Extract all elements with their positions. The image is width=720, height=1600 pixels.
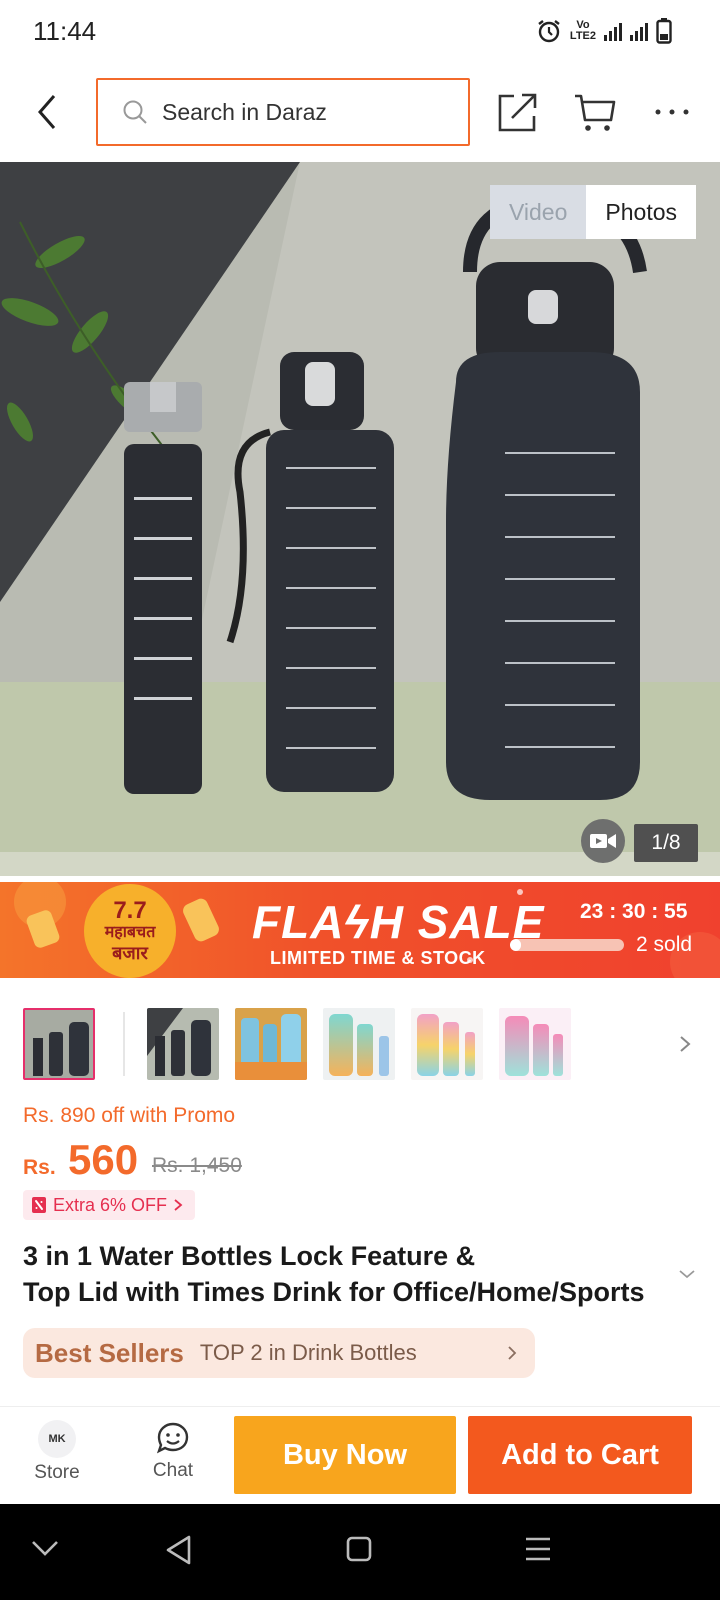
thumbnail-3[interactable] [235, 1008, 307, 1080]
chat-label: Chat [152, 1460, 194, 1481]
best-seller-rank: TOP 2 in Drink Bottles [199, 1340, 417, 1365]
chat-icon [156, 1422, 189, 1454]
signal-icon [604, 21, 622, 41]
thumbnail-divider [123, 1012, 125, 1076]
chevron-right-icon [508, 1346, 517, 1360]
thumbnail-6[interactable] [499, 1008, 571, 1080]
product-title-line-1: 3 in 1 Water Bottles Lock Feature & [23, 1241, 476, 1271]
thumbnail-4[interactable] [323, 1008, 395, 1080]
media-toggle: Video Photos [489, 185, 696, 239]
alarm-icon [538, 20, 560, 43]
thumbnails-next-icon[interactable] [677, 1034, 693, 1054]
cart-icon[interactable] [573, 90, 617, 134]
add-to-cart-button[interactable]: Add to Cart [468, 1416, 692, 1494]
flash-sale-subtitle: LIMITED TIME & STOCK [270, 948, 486, 968]
product-title-line-2: Top Lid with Times Drink for Office/Home… [23, 1277, 645, 1307]
nav-recents-icon[interactable] [524, 1536, 552, 1562]
search-icon [123, 100, 147, 124]
thumbnail-1[interactable] [23, 1008, 95, 1080]
chevron-right-icon [174, 1199, 183, 1211]
image-counter: 1/8 [634, 824, 698, 862]
sold-progress-fill [510, 939, 522, 951]
store-button[interactable]: MK Store [12, 1420, 102, 1484]
battery-icon [656, 18, 672, 44]
thumbnail-5[interactable] [411, 1008, 483, 1080]
flash-sale-timer: 23 : 30 : 55 [580, 900, 688, 923]
nav-home-icon[interactable] [346, 1536, 372, 1562]
toggle-video[interactable]: Video [489, 185, 587, 239]
current-price: 560 [68, 1136, 139, 1183]
product-title: 3 in 1 Water Bottles Lock Feature & Top … [23, 1238, 673, 1310]
share-icon[interactable] [496, 90, 540, 134]
nav-back-icon[interactable] [164, 1534, 194, 1566]
original-price: Rs. 1,450 [152, 1154, 242, 1177]
thumbnail-2[interactable] [147, 1008, 219, 1080]
back-arrow-icon[interactable] [30, 92, 66, 132]
best-seller-badge[interactable]: Best Sellers TOP 2 in Drink Bottles [23, 1328, 535, 1378]
mahabachat-badge: 7.7 महाबचत बजार [84, 884, 176, 978]
voucher-icon [32, 1197, 46, 1213]
flash-sale-title: FLAϟH SALE [252, 896, 545, 948]
volte-indicator: Vo LTE2 [569, 19, 596, 42]
extra-off-label: Extra 6% OFF [53, 1194, 168, 1215]
best-seller-label: Best Sellers [35, 1337, 184, 1368]
sold-progress-bar [510, 939, 624, 951]
buy-now-button[interactable]: Buy Now [234, 1416, 456, 1494]
price-currency: Rs. [23, 1156, 56, 1179]
signal-icon-2 [630, 21, 648, 41]
expand-title-icon[interactable] [678, 1268, 696, 1280]
video-camera-icon[interactable] [581, 819, 625, 863]
store-label: Store [34, 1462, 80, 1483]
extra-off-tag[interactable]: Extra 6% OFF [23, 1190, 196, 1220]
status-bar: 11:44 Vo LTE2 [0, 0, 720, 64]
sold-count: 2 sold [636, 933, 693, 956]
status-time: 11:44 [33, 16, 97, 46]
toggle-photos[interactable]: Photos [586, 185, 696, 239]
nav-collapse-icon[interactable] [30, 1538, 60, 1558]
product-image[interactable] [0, 162, 720, 876]
search-placeholder: Search in Daraz [162, 98, 327, 125]
store-logo-icon: MK [38, 1420, 76, 1458]
more-options-icon[interactable] [650, 90, 694, 134]
product-photo-bottles [0, 162, 720, 876]
system-navigation-bar [0, 1504, 720, 1600]
status-icons: Vo LTE2 [536, 16, 672, 46]
chat-button[interactable]: Chat [128, 1420, 218, 1482]
search-input[interactable]: Search in Daraz [96, 78, 470, 146]
promo-discount-text[interactable]: Rs. 890 off with Promo [23, 1104, 235, 1128]
